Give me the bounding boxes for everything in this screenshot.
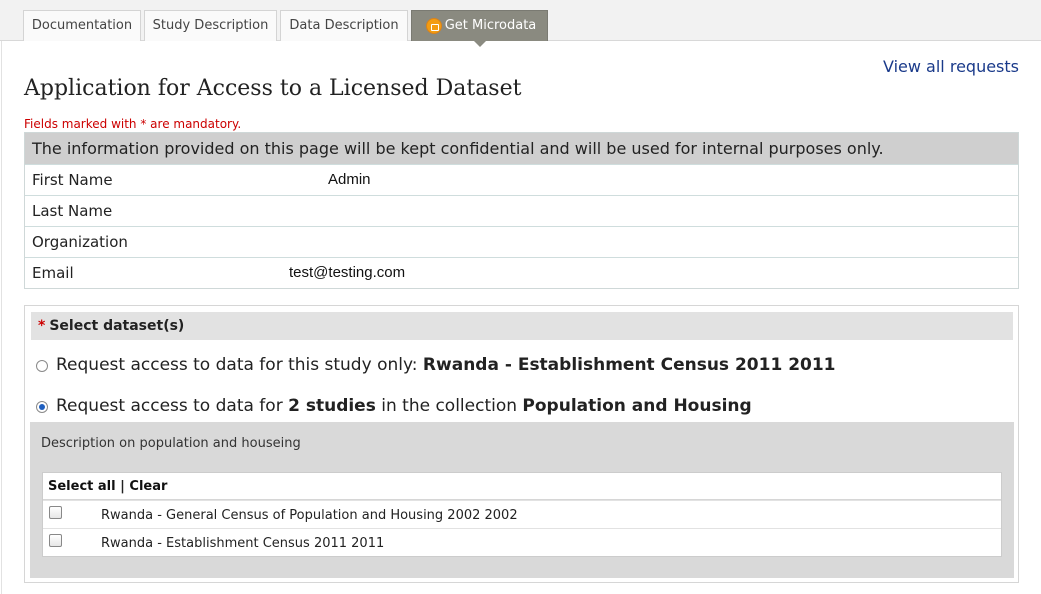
option-text: in the collection (375, 396, 523, 416)
collection-radio[interactable] (36, 401, 48, 413)
view-all-requests-link[interactable]: View all requests (883, 57, 1019, 76)
tab-study-description[interactable]: Study Description (144, 10, 277, 41)
field-value: test@testing.com (289, 264, 406, 281)
select-all-link[interactable]: Select all (48, 479, 116, 494)
table-row: Rwanda - General Census of Population an… (43, 500, 1001, 528)
tab-label: Documentation (31, 18, 133, 33)
study-only-radio[interactable] (36, 360, 48, 372)
required-mark: * (38, 318, 46, 334)
separator: | (115, 479, 130, 494)
collection-option-label[interactable]: Request access to data for 2 studies in … (56, 396, 752, 416)
info-row-first-name: First Name Admin (25, 164, 1018, 195)
field-label: Last Name (32, 202, 113, 220)
collection-description: Description on population and houseing (41, 436, 301, 451)
select-datasets-heading: * Select dataset(s) (31, 312, 1013, 340)
study-only-option-label[interactable]: Request access to data for this study on… (56, 355, 836, 375)
active-tab-indicator (474, 41, 486, 47)
info-row-email: Email test@testing.com (25, 257, 1018, 288)
study-name: Rwanda - General Census of Population an… (101, 508, 518, 523)
field-label: First Name (32, 171, 113, 189)
tab-bar: Documentation Study Description Data Des… (0, 0, 1041, 47)
info-row-organization: Organization (25, 226, 1018, 257)
studies-table: Select all | Clear Rwanda - General Cens… (42, 472, 1002, 557)
table-row: Rwanda - Establishment Census 2011 2011 (43, 528, 1001, 556)
field-label: Organization (32, 233, 128, 251)
heading-label: Select dataset(s) (49, 318, 185, 334)
clear-link[interactable]: Clear (129, 479, 167, 494)
studies-count: 2 studies (288, 396, 376, 416)
confidentiality-notice: The information provided on this page wi… (25, 133, 1018, 164)
mandatory-note: Fields marked with * are mandatory. (24, 117, 242, 131)
studies-table-header: Select all | Clear (43, 473, 1001, 500)
option-text: Request access to data for this study on… (56, 355, 423, 375)
study-name: Rwanda - Establishment Census 2011 2011 (101, 536, 385, 551)
study-name: Rwanda - Establishment Census 2011 2011 (422, 355, 836, 375)
tab-documentation[interactable]: Documentation (23, 10, 141, 41)
study-checkbox[interactable] (49, 506, 62, 519)
tab-data-description[interactable]: Data Description (280, 10, 408, 41)
page-title: Application for Access to a Licensed Dat… (24, 76, 522, 101)
applicant-info-table: The information provided on this page wi… (24, 132, 1019, 289)
dataset-selection-panel: * Select dataset(s) Request access to dat… (24, 305, 1019, 583)
collection-name: Population and Housing (522, 396, 752, 416)
tab-get-microdata[interactable]: Get Microdata (411, 10, 548, 47)
option-text: Request access to data for (56, 396, 289, 416)
field-label: Email (32, 264, 74, 282)
tab-label: Get Microdata (444, 18, 537, 33)
lock-icon (426, 18, 442, 34)
field-value: Admin (328, 171, 371, 188)
info-row-last-name: Last Name (25, 195, 1018, 226)
collection-panel: Description on population and houseing S… (30, 422, 1014, 578)
study-checkbox[interactable] (49, 534, 62, 547)
tab-label: Data Description (289, 18, 399, 33)
tab-label: Study Description (152, 18, 269, 33)
page-border (1, 41, 2, 594)
